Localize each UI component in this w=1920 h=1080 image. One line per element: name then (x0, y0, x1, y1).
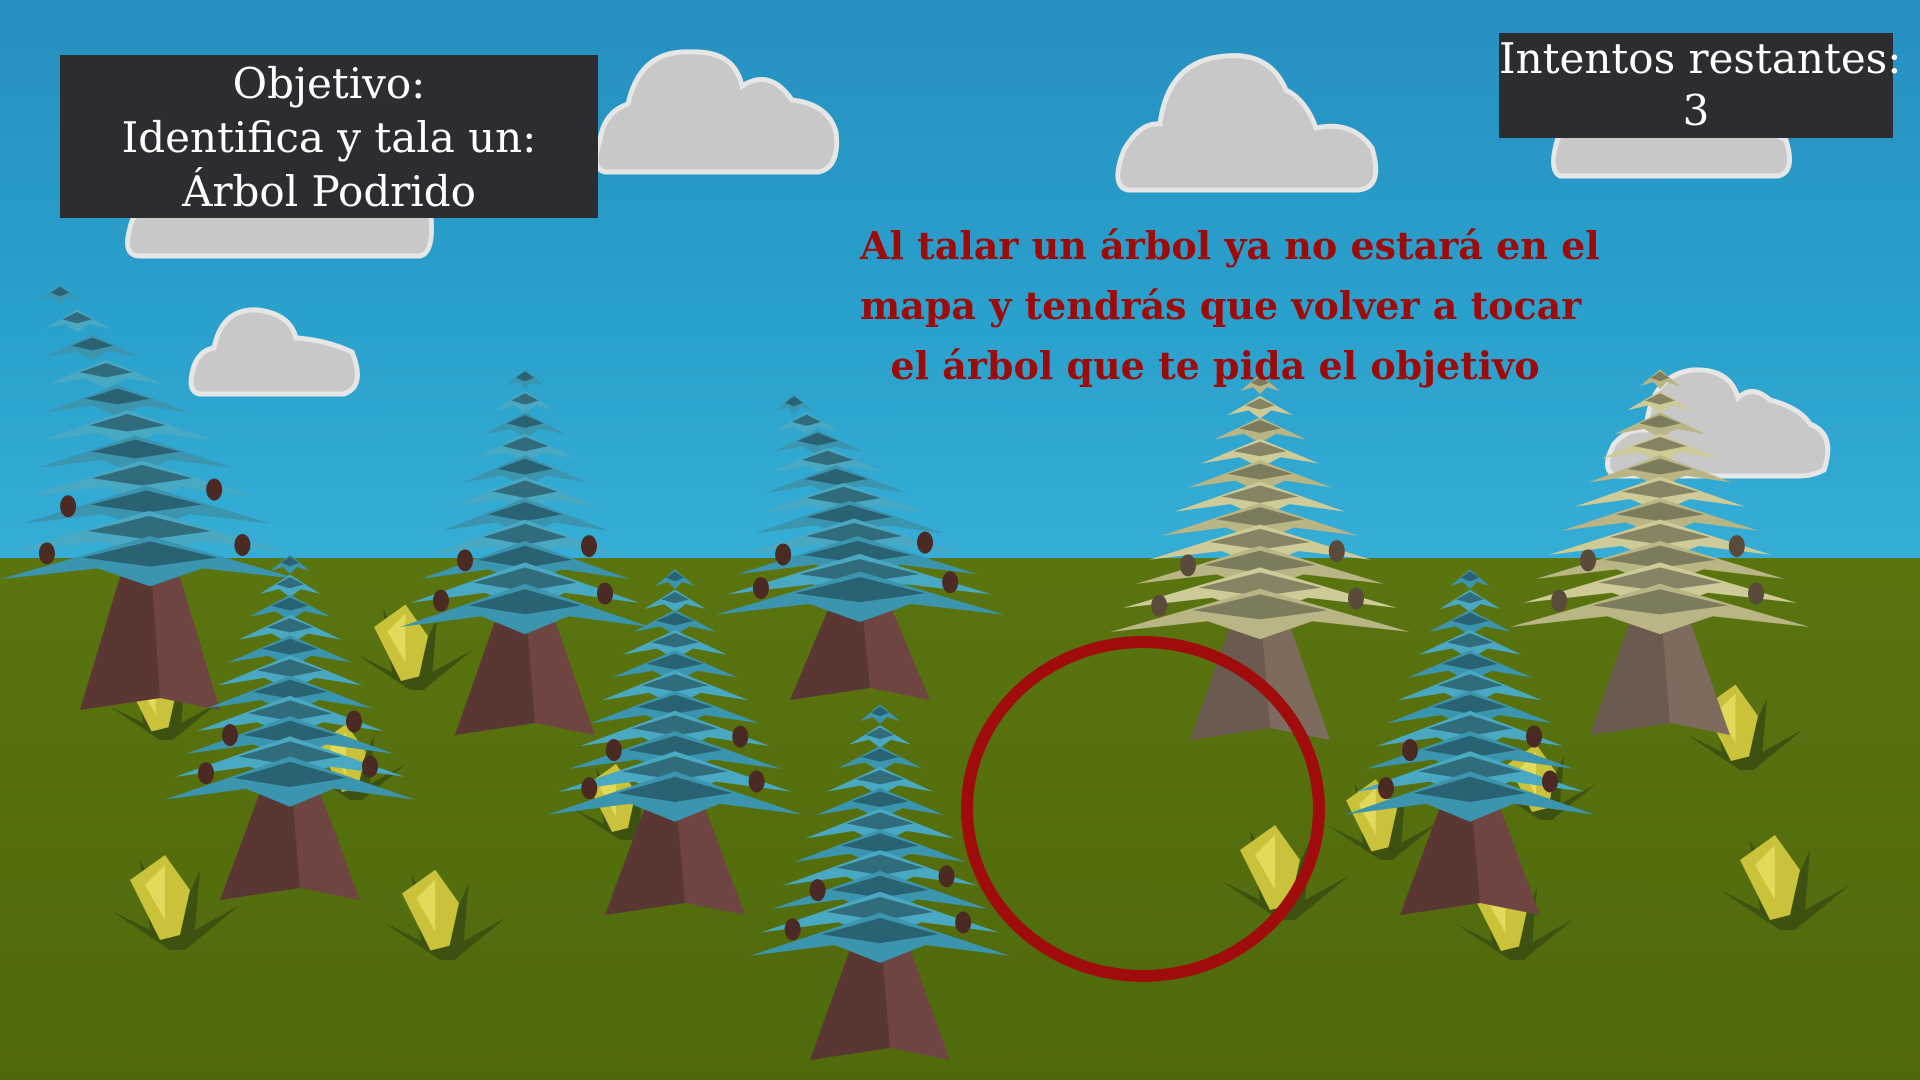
pinecone (581, 535, 597, 558)
pinecone (605, 739, 622, 762)
pinecone (1728, 535, 1745, 558)
pinecone (748, 770, 765, 793)
pinecone (457, 549, 473, 572)
pinecone (1180, 554, 1196, 577)
pinecone (1748, 582, 1764, 605)
target-selection-ring[interactable] (961, 636, 1325, 982)
bush (1720, 835, 1850, 930)
attempts-label: Intentos restantes: (1499, 34, 1902, 83)
objective-panel: Objetivo: Identifica y tala un: Árbol Po… (60, 55, 598, 218)
pinecone (1328, 540, 1345, 563)
attempts-count: 3 (1682, 86, 1710, 135)
pinecone (346, 710, 362, 733)
game-scene: Objetivo: Identifica y tala un: Árbol Po… (0, 0, 1920, 1080)
pinecone (784, 918, 801, 941)
pinecone (955, 911, 972, 934)
pinecone (222, 724, 238, 747)
pinecone (433, 589, 449, 612)
hint-message: Al talar un árbol ya no estará en el map… (860, 216, 1600, 396)
cloud (1115, 53, 1379, 193)
tree-left-front[interactable] (165, 554, 415, 900)
pinecone (198, 762, 214, 785)
pinecone (732, 725, 749, 748)
hint-line: el árbol que te pida el objetivo (890, 343, 1540, 388)
objective-heading: Objetivo: (232, 59, 426, 108)
cloud (593, 49, 840, 175)
pinecone (362, 755, 378, 778)
pinecone (1151, 594, 1168, 617)
pinecone (1526, 725, 1542, 748)
hint-line: Al talar un árbol ya no estará en el (860, 223, 1600, 268)
pinecone (775, 543, 792, 566)
hint-line: mapa y tendrás que volver a tocar (860, 283, 1582, 328)
pinecone (206, 478, 223, 501)
pinecone (752, 577, 769, 600)
bush (383, 869, 507, 960)
tree-center-bent[interactable] (715, 394, 1005, 700)
tree-center-left-back[interactable] (400, 369, 650, 735)
pinecone (581, 777, 598, 800)
pinecone (234, 534, 251, 557)
pinecone (1580, 549, 1596, 572)
tree-center-left-front[interactable] (547, 569, 803, 915)
objective-target: Árbol Podrido (182, 167, 476, 216)
pinecone (60, 495, 77, 518)
pinecone (809, 879, 826, 902)
bush (110, 855, 240, 950)
cloud (188, 307, 360, 397)
pinecone (1551, 589, 1568, 612)
attempts-panel: Intentos restantes: 3 (1499, 33, 1902, 138)
pinecone (1542, 770, 1558, 793)
pinecone (942, 571, 959, 594)
pinecone (1378, 777, 1394, 800)
pinecone (597, 582, 613, 605)
pinecone (1402, 739, 1418, 762)
pinecone (938, 865, 955, 888)
pinecone (1348, 587, 1364, 610)
pinecone (38, 542, 55, 565)
pinecone (917, 531, 933, 554)
objective-instruction: Identifica y tala un: (121, 113, 537, 162)
